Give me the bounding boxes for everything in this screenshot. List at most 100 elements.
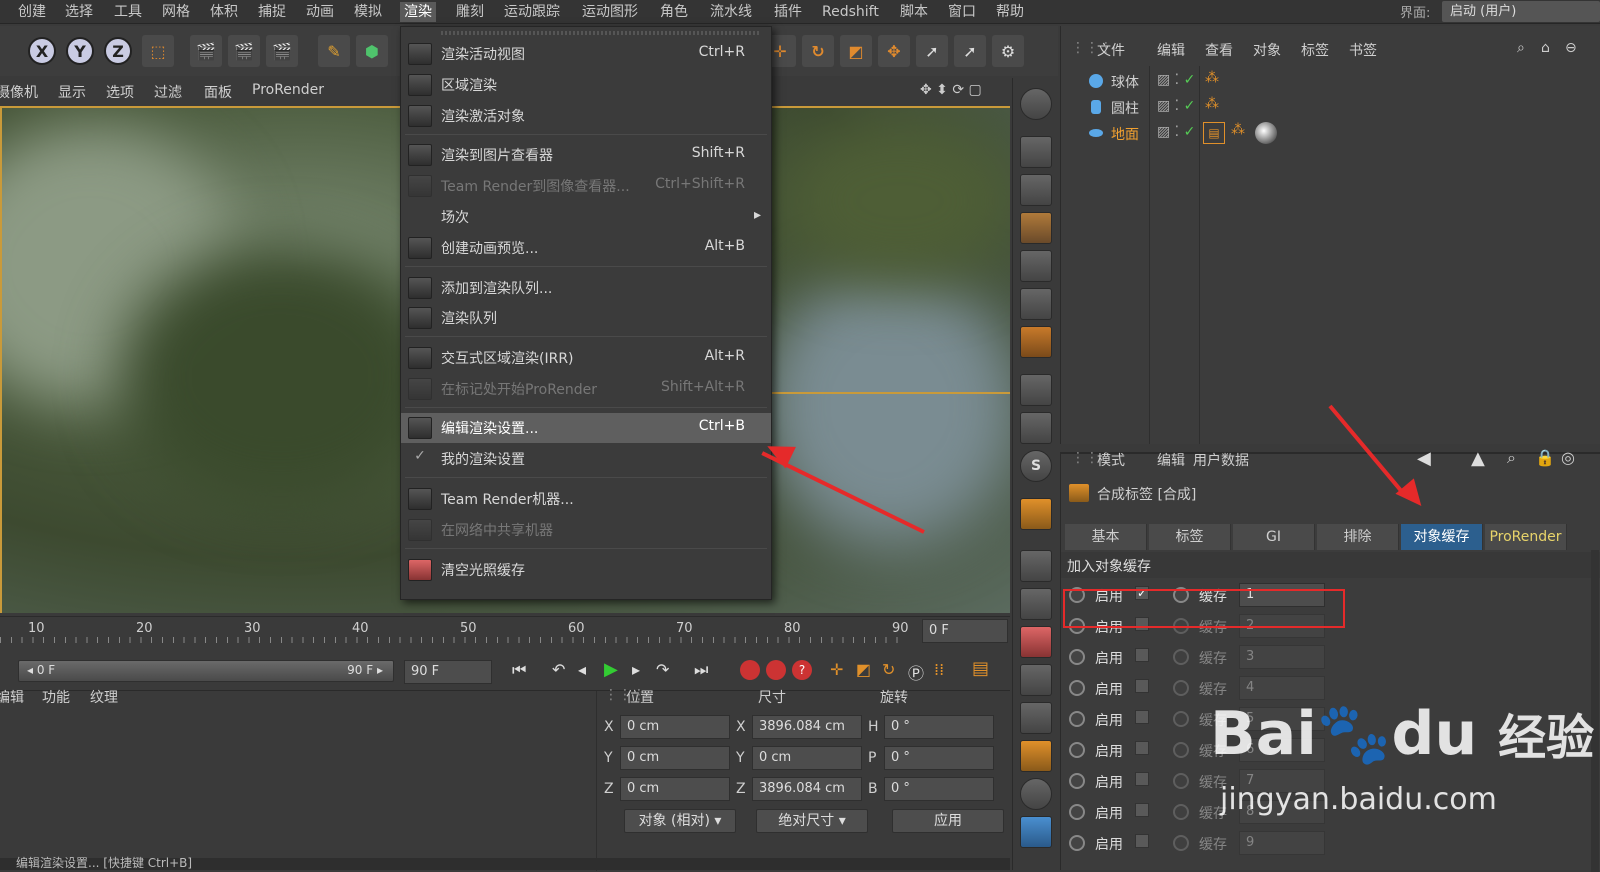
- menu-item-region-render[interactable]: 区域渲染: [401, 70, 771, 100]
- apply-button[interactable]: 应用: [892, 809, 1004, 833]
- auto-key-icon[interactable]: [766, 660, 786, 680]
- key-param-icon[interactable]: Ⓟ: [908, 660, 924, 684]
- loop-forward-icon[interactable]: ↷: [656, 660, 669, 679]
- timeline-menu-icon[interactable]: ▤: [972, 658, 989, 679]
- viewport-menu-filter[interactable]: 过滤: [154, 82, 182, 102]
- material-tag-icon[interactable]: ⁂: [1205, 96, 1219, 112]
- current-frame-field[interactable]: 0 F: [922, 619, 1008, 643]
- download-icon[interactable]: [1020, 664, 1052, 696]
- menu-tools[interactable]: 工具: [110, 2, 146, 22]
- back-arrow-icon[interactable]: ◀: [1417, 448, 1431, 469]
- menu-script[interactable]: 脚本: [896, 2, 932, 22]
- enable-checkbox[interactable]: [1135, 679, 1149, 693]
- menu-select[interactable]: 选择: [61, 2, 97, 22]
- end-frame-field[interactable]: 90 F: [404, 660, 492, 684]
- coordinate-mode-dropdown[interactable]: 对象 (相对) ▾: [624, 809, 736, 833]
- keyframe-radio[interactable]: [1069, 742, 1085, 758]
- key-help-icon[interactable]: ?: [792, 660, 812, 680]
- polygons-mode-icon[interactable]: [1020, 326, 1052, 358]
- menu-window[interactable]: 窗口: [944, 2, 980, 22]
- edges-mode-icon[interactable]: [1020, 288, 1052, 320]
- checker-cube-icon[interactable]: [1020, 174, 1052, 206]
- go-to-end-icon[interactable]: ⏭: [694, 660, 708, 680]
- menu-character[interactable]: 角色: [656, 2, 692, 22]
- menu-sculpt[interactable]: 雕刻: [452, 2, 488, 22]
- menu-item-edit-render-settings[interactable]: 编辑渲染设置... Ctrl+B: [401, 413, 771, 443]
- om-menu-edit[interactable]: 编辑: [1157, 40, 1185, 60]
- am-menu-mode[interactable]: 模式: [1097, 450, 1125, 470]
- workplane-lock-icon[interactable]: [1020, 588, 1052, 620]
- up-arrow-icon[interactable]: ▲: [1471, 448, 1485, 469]
- enable-checkbox[interactable]: [1135, 741, 1149, 755]
- box-icon[interactable]: [1020, 740, 1052, 772]
- size-mode-dropdown[interactable]: 绝对尺寸 ▾: [756, 809, 868, 833]
- search-icon[interactable]: ⌕: [1507, 448, 1516, 468]
- menu-volume[interactable]: 体积: [206, 2, 242, 22]
- position-y-field[interactable]: 0 cm: [620, 746, 730, 770]
- viewport-menu-options[interactable]: 选项: [106, 82, 134, 102]
- visibility-toggle[interactable]: ▨ ⁚ ✓: [1157, 72, 1195, 88]
- position-z-field[interactable]: 0 cm: [620, 777, 730, 801]
- viewport-menu-panel[interactable]: 面板: [204, 82, 232, 102]
- am-menu-edit[interactable]: 编辑: [1157, 450, 1185, 470]
- compositing-tag-icon[interactable]: ▤: [1203, 122, 1225, 144]
- menu-motion-tracking[interactable]: 运动跟踪: [500, 2, 564, 22]
- menu-item-make-preview[interactable]: 创建动画预览... Alt+B: [401, 233, 771, 263]
- workplane-icon[interactable]: [1020, 550, 1052, 582]
- menu-item-render-active-objects[interactable]: 渲染激活对象: [401, 101, 771, 131]
- size-x-field[interactable]: 3896.084 cm: [752, 715, 862, 739]
- snap-tool-button[interactable]: ⚙: [992, 35, 1024, 67]
- tab-texture[interactable]: 纹理: [90, 687, 118, 707]
- size-z-field[interactable]: 3896.084 cm: [752, 777, 862, 801]
- menu-plugins[interactable]: 插件: [770, 2, 806, 22]
- live-select-button[interactable]: ✥: [878, 35, 910, 67]
- menu-help[interactable]: 帮助: [992, 2, 1028, 22]
- menu-create[interactable]: 创建: [14, 2, 50, 22]
- viewport-menu-prorender[interactable]: ProRender: [252, 82, 324, 98]
- om-menu-objects[interactable]: 对象: [1253, 40, 1281, 60]
- step-back-icon[interactable]: ◂: [578, 660, 586, 679]
- material-tag-icon[interactable]: ⁂: [1205, 70, 1219, 86]
- interface-select[interactable]: 启动 (用户): [1442, 1, 1600, 22]
- om-menu-tags[interactable]: 标签: [1301, 40, 1329, 60]
- keyframe-radio[interactable]: [1069, 773, 1085, 789]
- search-icon[interactable]: ⌕: [1517, 40, 1525, 56]
- z-axis-lock-button[interactable]: Z: [104, 37, 132, 65]
- keyframe-radio[interactable]: [1069, 649, 1085, 665]
- points-mode-icon[interactable]: [1020, 250, 1052, 282]
- magnet-icon[interactable]: [1020, 498, 1052, 530]
- menu-item-my-render-settings[interactable]: ✓ 我的渲染设置: [401, 444, 771, 474]
- enable-checkbox[interactable]: [1135, 803, 1149, 817]
- object-row-sphere[interactable]: 球体 ▨ ⁚ ✓ ⁂: [1061, 68, 1600, 94]
- tab-tag[interactable]: 标签: [1149, 524, 1231, 550]
- home-icon[interactable]: ⌂: [1541, 40, 1550, 56]
- menu-animate[interactable]: 动画: [302, 2, 338, 22]
- keyframe-radio[interactable]: [1069, 711, 1085, 727]
- tear-off-handle[interactable]: [441, 31, 761, 35]
- go-to-start-icon[interactable]: ⏮: [512, 660, 526, 680]
- om-menu-view[interactable]: 查看: [1205, 40, 1233, 60]
- key-move-icon[interactable]: ✛: [830, 660, 843, 679]
- tab-basic[interactable]: 基本: [1065, 524, 1147, 550]
- gi-sphere-icon[interactable]: [1020, 88, 1052, 120]
- timeline-ruler[interactable]: 10 20 30 40 50 60 70 80 90 0 F: [0, 616, 1010, 644]
- frame-range-slider[interactable]: ◂ 0 F 90 F ▸: [18, 660, 394, 682]
- tab-prorender[interactable]: ProRender: [1485, 524, 1567, 550]
- tab-object-buffer[interactable]: 对象缓存: [1401, 524, 1483, 550]
- character-icon[interactable]: [1020, 702, 1052, 734]
- enable-checkbox[interactable]: [1135, 648, 1149, 662]
- om-menu-bookmarks[interactable]: 书签: [1349, 40, 1377, 60]
- key-scale-icon[interactable]: ◩: [856, 660, 871, 679]
- step-forward-icon[interactable]: ▸: [632, 660, 640, 679]
- tab-edit[interactable]: 编辑: [0, 687, 24, 707]
- am-menu-user-data[interactable]: 用户数据: [1193, 450, 1249, 470]
- keyframe-radio[interactable]: [1069, 804, 1085, 820]
- menu-pipeline[interactable]: 流水线: [706, 2, 756, 22]
- object-row-cylinder[interactable]: 圆柱 ▨ ⁚ ✓ ⁂: [1061, 94, 1600, 120]
- menu-item-interactive-render-region[interactable]: 交互式区域渲染(IRR) Alt+R: [401, 343, 771, 373]
- material-sphere-icon[interactable]: [1255, 122, 1277, 144]
- om-menu-file[interactable]: 文件: [1097, 40, 1125, 60]
- disabled-circle-icon[interactable]: [1020, 778, 1052, 810]
- loop-back-icon[interactable]: ↶: [552, 660, 565, 679]
- make-editable-icon[interactable]: [1020, 136, 1052, 168]
